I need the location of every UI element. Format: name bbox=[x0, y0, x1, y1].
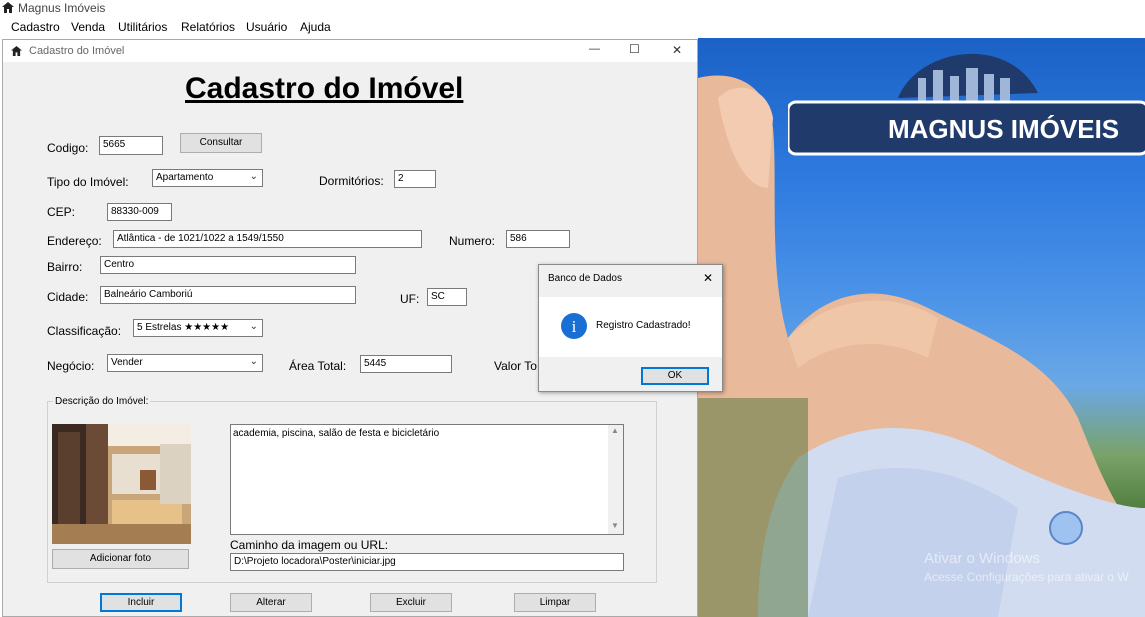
incluir-button[interactable]: Incluir bbox=[100, 593, 182, 612]
dormitorios-label: Dormitórios: bbox=[319, 174, 384, 188]
numero-input[interactable]: 586 bbox=[506, 230, 570, 248]
descricao-text: academia, piscina, salão de festa e bici… bbox=[233, 428, 440, 439]
valor-total-label: Valor To bbox=[494, 359, 537, 373]
app-title: Magnus Imóveis bbox=[18, 1, 106, 15]
dialog-title: Banco de Dados bbox=[548, 273, 622, 284]
endereco-input[interactable]: Atlântica - de 1021/1022 a 1549/1550 bbox=[113, 230, 422, 248]
home-icon bbox=[2, 2, 14, 13]
numero-label: Numero: bbox=[449, 234, 496, 248]
property-photo bbox=[52, 424, 191, 544]
close-button[interactable]: ✕ bbox=[672, 43, 682, 57]
adicionar-foto-button[interactable]: Adicionar foto bbox=[52, 549, 189, 569]
scroll-down-icon[interactable]: ▼ bbox=[611, 521, 619, 530]
menu-relatorios[interactable]: Relatórios bbox=[181, 20, 235, 34]
dormitorios-input[interactable]: 2 bbox=[394, 170, 436, 188]
descricao-scrollbar[interactable]: ▲ ▼ bbox=[608, 425, 623, 534]
minimize-button[interactable]: — bbox=[589, 43, 600, 55]
negocio-label: Negócio: bbox=[47, 359, 95, 373]
maximize-button[interactable]: ☐ bbox=[629, 42, 640, 56]
uf-input[interactable]: SC bbox=[427, 288, 467, 306]
page-heading: Cadastro do Imóvel bbox=[185, 72, 464, 105]
excluir-button[interactable]: Excluir bbox=[370, 593, 452, 612]
classificacao-label: Classificação: bbox=[47, 324, 122, 338]
bairro-input[interactable]: Centro bbox=[100, 256, 356, 274]
caminho-label: Caminho da imagem ou URL: bbox=[230, 538, 389, 552]
menu-cadastro[interactable]: Cadastro bbox=[11, 20, 60, 34]
menu-ajuda[interactable]: Ajuda bbox=[300, 20, 331, 34]
dialog-body: i Registro Cadastrado! bbox=[539, 297, 722, 357]
cidade-label: Cidade: bbox=[47, 290, 89, 304]
svg-text:i: i bbox=[572, 317, 577, 336]
descricao-group-label: Descrição do Imóvel: bbox=[53, 396, 151, 407]
menu-usuario[interactable]: Usuário bbox=[246, 20, 287, 34]
limpar-button[interactable]: Limpar bbox=[514, 593, 596, 612]
negocio-select[interactable]: Vender ⌄ bbox=[107, 354, 263, 372]
tipo-select[interactable]: Apartamento ⌄ bbox=[152, 169, 263, 187]
bairro-label: Bairro: bbox=[47, 260, 83, 274]
classificacao-value: 5 Estrelas ★★★★★ bbox=[137, 322, 230, 333]
uf-label: UF: bbox=[400, 292, 420, 306]
menu-venda[interactable]: Venda bbox=[71, 20, 105, 34]
window-title: Cadastro do Imóvel bbox=[29, 45, 125, 57]
dialog-ok-button[interactable]: OK bbox=[641, 367, 709, 385]
logo-text: MAGNUS IMÓVEIS bbox=[888, 114, 1120, 144]
codigo-label: Codigo: bbox=[47, 141, 89, 155]
area-total-label: Área Total: bbox=[289, 359, 347, 373]
endereco-label: Endereço: bbox=[47, 234, 102, 248]
scroll-up-icon[interactable]: ▲ bbox=[611, 426, 619, 435]
message-dialog: Banco de Dados ✕ i Registro Cadastrado! … bbox=[538, 264, 723, 392]
cidade-input[interactable]: Balneário Camboriú bbox=[100, 286, 356, 304]
desktop-background: MAGNUS IMÓVEIS Ativar o Windows Acesse C… bbox=[698, 38, 1145, 617]
app-titlebar: Magnus Imóveis bbox=[0, 0, 1145, 17]
consultar-button[interactable]: Consultar bbox=[180, 133, 262, 153]
chevron-down-icon: ⌄ bbox=[249, 321, 258, 332]
alterar-button[interactable]: Alterar bbox=[230, 593, 312, 612]
home-icon bbox=[11, 46, 22, 56]
cep-input[interactable]: 88330-009 bbox=[107, 203, 172, 221]
codigo-input[interactable]: 5665 bbox=[99, 136, 163, 155]
caminho-input[interactable]: D:\Projeto locadora\Poster\iniciar.jpg bbox=[230, 553, 624, 571]
negocio-value: Vender bbox=[111, 357, 143, 368]
menu-utilitarios[interactable]: Utilitários bbox=[118, 20, 167, 34]
tipo-label: Tipo do Imóvel: bbox=[47, 175, 129, 189]
chevron-down-icon: ⌄ bbox=[249, 356, 258, 367]
menubar: Cadastro Venda Utilitários Relatórios Us… bbox=[0, 17, 1145, 38]
activation-watermark-title: Ativar o Windows bbox=[924, 550, 1040, 567]
classificacao-select[interactable]: 5 Estrelas ★★★★★ ⌄ bbox=[133, 319, 263, 337]
descricao-textarea[interactable]: academia, piscina, salão de festa e bici… bbox=[230, 424, 624, 535]
dialog-close-button[interactable]: ✕ bbox=[703, 271, 713, 285]
tipo-value: Apartamento bbox=[156, 172, 214, 183]
dialog-message: Registro Cadastrado! bbox=[596, 320, 691, 331]
info-icon: i bbox=[561, 313, 587, 339]
window-titlebar: Cadastro do Imóvel — ☐ ✕ bbox=[3, 40, 697, 62]
activation-watermark-text: Acesse Configurações para ativar o W bbox=[924, 570, 1129, 584]
chevron-down-icon: ⌄ bbox=[249, 171, 258, 182]
area-total-input[interactable]: 5445 bbox=[360, 355, 452, 373]
cep-label: CEP: bbox=[47, 205, 76, 219]
